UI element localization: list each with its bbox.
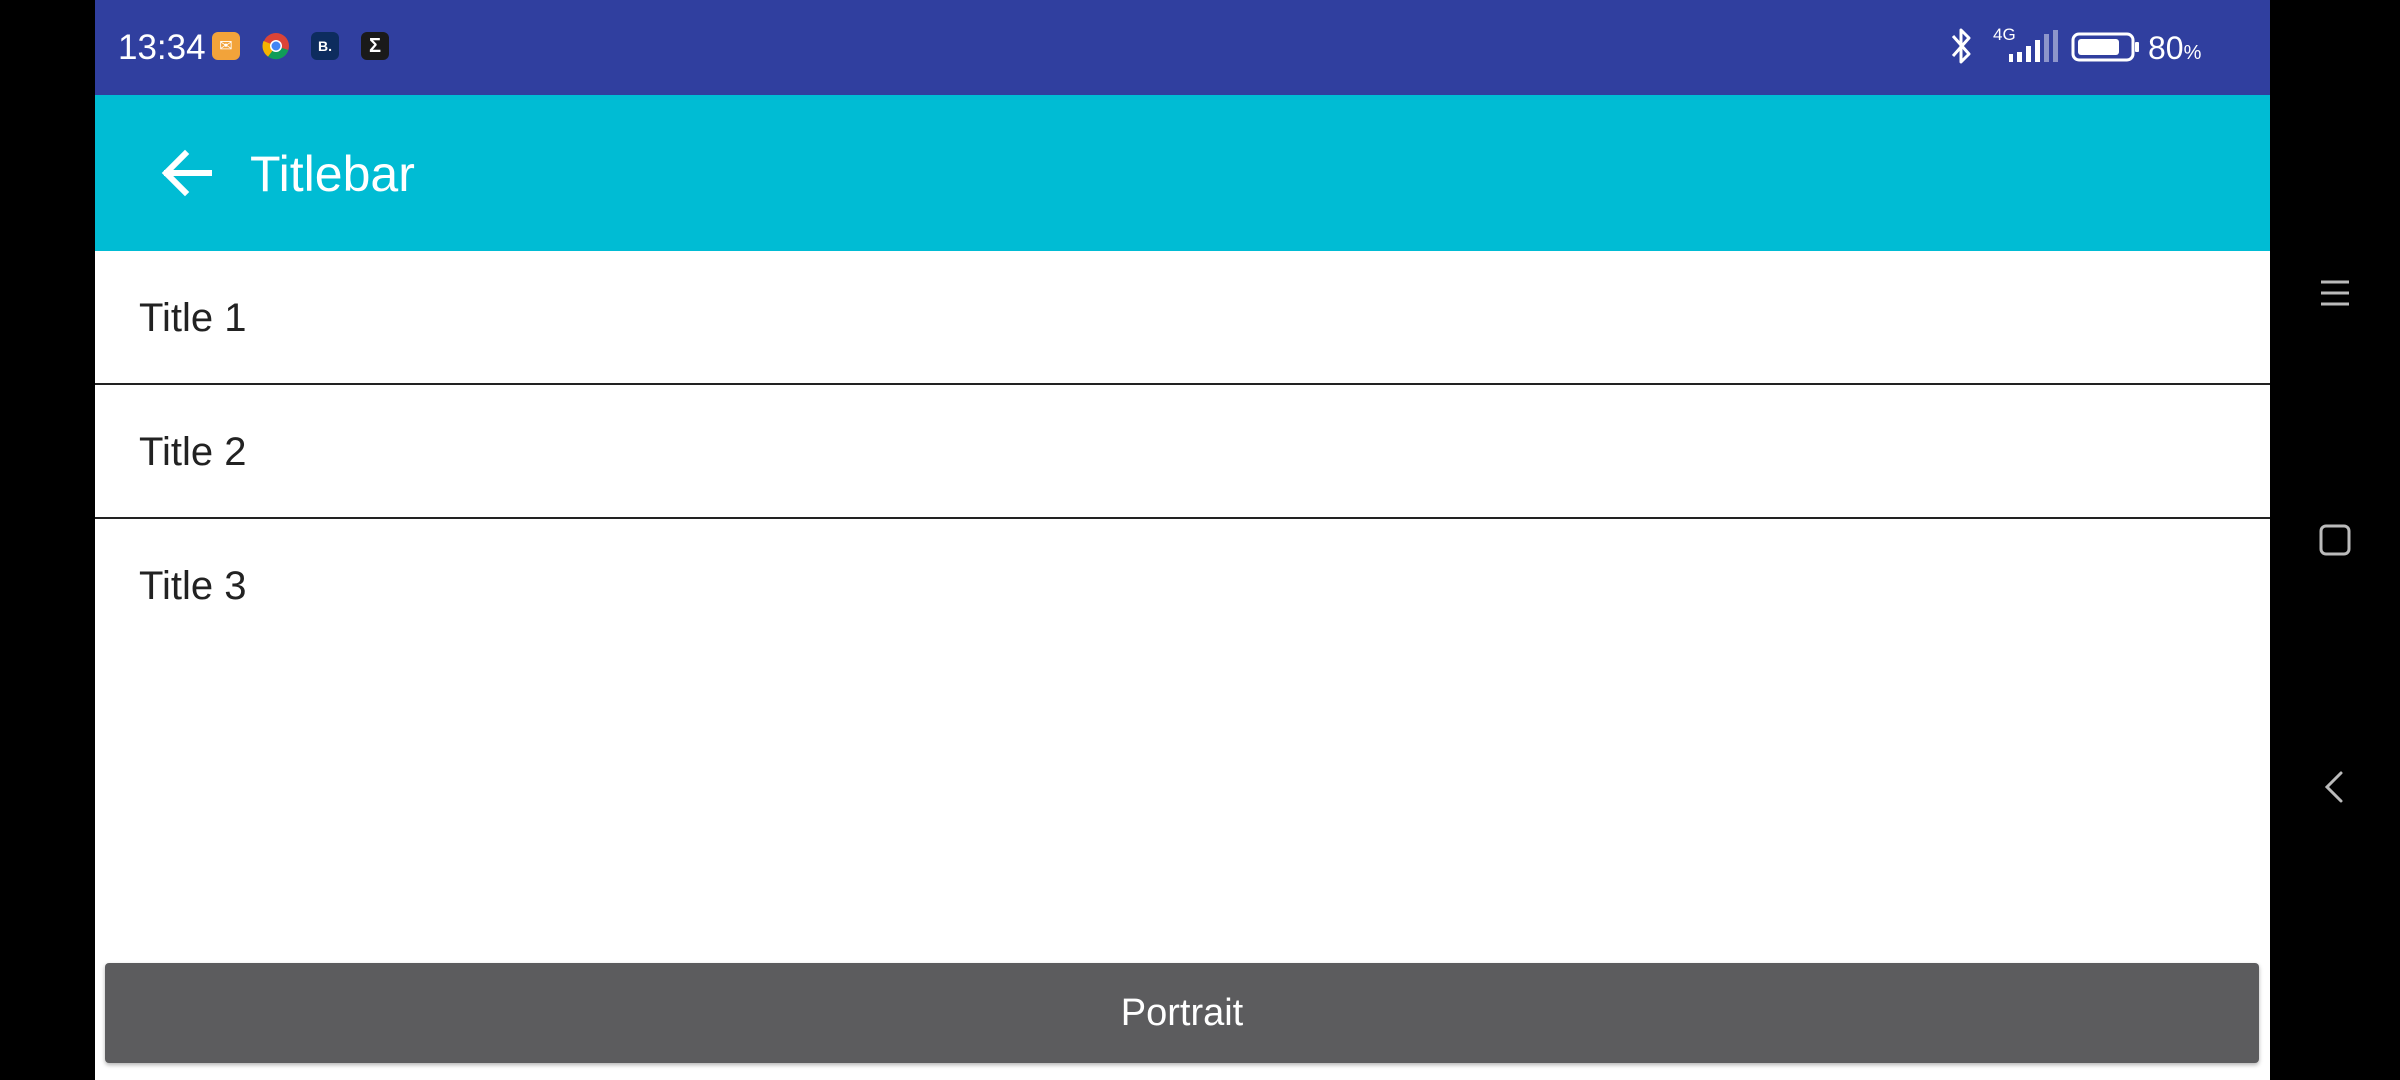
menu-button[interactable] [2305, 263, 2365, 323]
app-bar: Titlebar [95, 95, 2270, 251]
bluetooth-icon [1951, 28, 1971, 64]
app-orange-icon: ✉ [212, 32, 240, 60]
menu-icon [2321, 280, 2349, 306]
chrome-icon [262, 32, 290, 60]
list-item[interactable]: Title 3 [95, 519, 2270, 653]
battery-level: 80 [2148, 30, 2184, 66]
back-button[interactable] [153, 139, 221, 207]
portrait-button[interactable]: Portrait [105, 963, 2259, 1063]
status-time: 13:34 [118, 28, 206, 67]
title-list: Title 1 Title 2 Title 3 [95, 251, 2270, 653]
status-bar: 13:34 ✉ B. Σ 4G 80% [95, 0, 2270, 95]
app-screen: 13:34 ✉ B. Σ 4G 80% Titlebar Title 1 Tit… [95, 0, 2270, 1080]
battery-icon [2071, 32, 2139, 62]
home-icon [2319, 524, 2351, 556]
list-item-label: Title 2 [139, 430, 247, 474]
home-button[interactable] [2305, 510, 2365, 570]
battery-unit: % [2183, 42, 2202, 64]
battery-percentage: 80% [2148, 28, 2201, 73]
notification-glyph: ✉ [219, 38, 233, 55]
navigation-bar [2270, 0, 2400, 1080]
back-icon [2324, 771, 2343, 803]
page-title: Titlebar [250, 146, 415, 202]
arrow-back-icon [161, 149, 212, 197]
list-item[interactable]: Title 2 [95, 385, 2270, 519]
sigma-app-icon: Σ [361, 32, 389, 60]
notification-glyph: B. [318, 38, 332, 54]
list-item[interactable]: Title 1 [95, 251, 2270, 385]
b-app-icon: B. [311, 32, 339, 60]
list-item-label: Title 3 [139, 564, 247, 608]
notification-glyph: Σ [368, 34, 381, 57]
back-nav-button[interactable] [2305, 757, 2365, 817]
signal-strength-icon [2009, 30, 2058, 62]
list-item-label: Title 1 [139, 296, 247, 340]
